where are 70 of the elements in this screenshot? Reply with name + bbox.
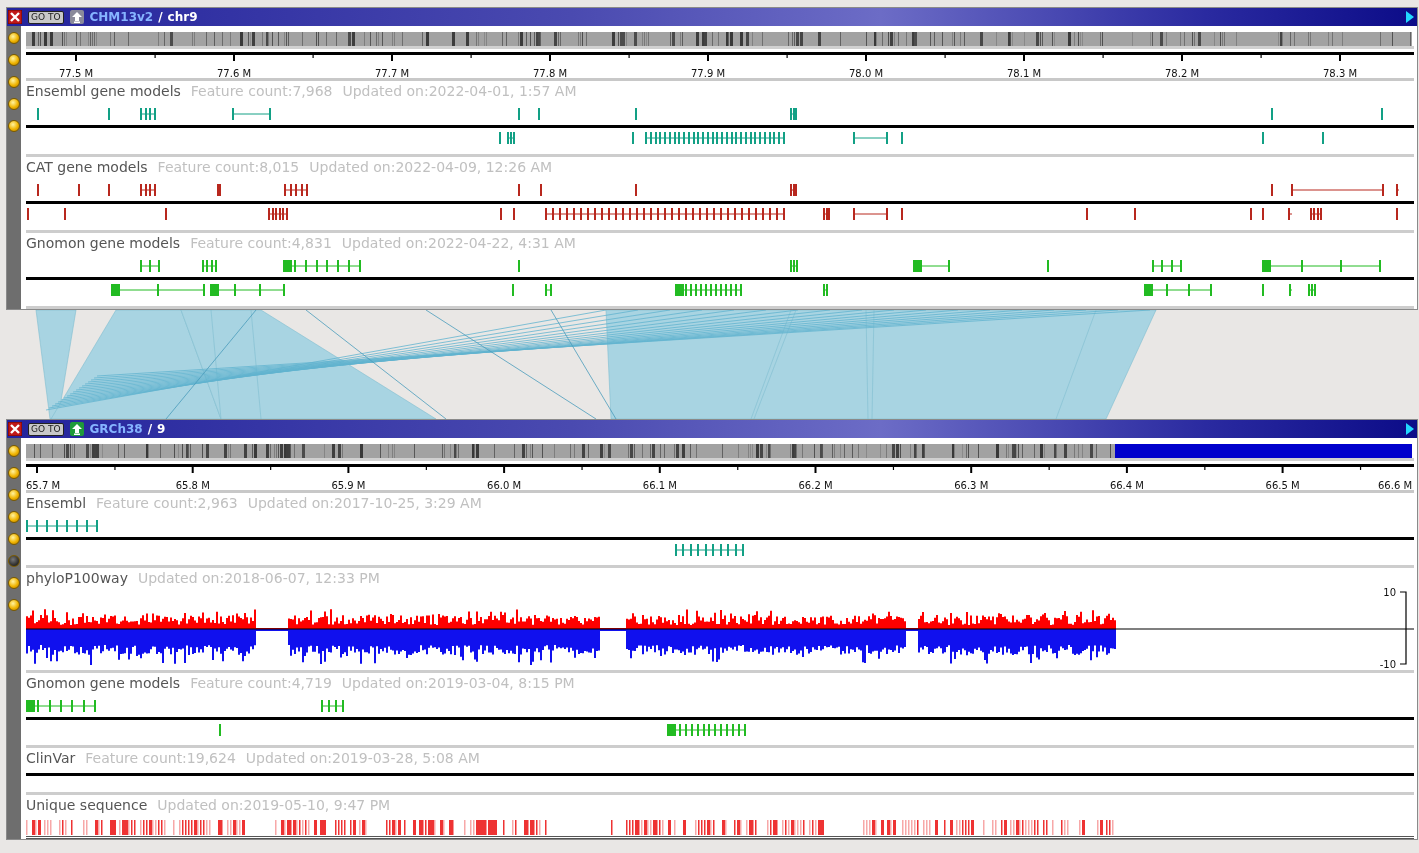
feature-count: Feature count:19,624	[85, 748, 236, 768]
track-toggle-button[interactable]	[8, 98, 20, 110]
updated-date: Updated on:2019-03-04, 8:15 PM	[341, 673, 575, 693]
go-to-button[interactable]: GO TO	[28, 422, 64, 436]
track-toggle-button[interactable]	[8, 76, 20, 88]
ruler-label: 65.8 M	[175, 479, 210, 493]
ruler-label: 66.4 M	[1109, 479, 1144, 493]
close-icon[interactable]	[8, 10, 22, 24]
track-toggle-button[interactable]	[8, 555, 20, 567]
upload-arrow-icon[interactable]	[69, 10, 84, 24]
assembly-name: CHM13v2	[89, 9, 154, 26]
ruler-label: 78.2 M	[1165, 67, 1200, 81]
ruler-label: 66.1 M	[642, 479, 677, 493]
ruler-label: 66.5 M	[1265, 479, 1300, 493]
track-name: phyloP100way	[26, 568, 128, 588]
ruler-label: 78.1 M	[1007, 67, 1042, 81]
track-name: Gnomon gene models	[26, 233, 181, 253]
track-name: ClinVar	[26, 748, 76, 768]
feature-count: Feature count:8,015	[157, 157, 300, 177]
track-toggle-button[interactable]	[8, 577, 20, 589]
updated-date: Updated on:2017-10-25, 3:29 AM	[247, 493, 482, 513]
ruler-label: 65.7 M	[26, 479, 61, 493]
updated-date: Updated on:2022-04-01, 1:57 AM	[342, 81, 577, 101]
axis-min-label: -10	[1379, 658, 1396, 672]
track-name: Unique sequence	[26, 795, 148, 815]
updated-date: Updated on:2022-04-09, 12:26 AM	[309, 157, 553, 177]
ruler-label: 66.2 M	[798, 479, 833, 493]
track-toggle-button[interactable]	[8, 511, 20, 523]
feature-count: Feature count:7,968	[190, 81, 333, 101]
ruler-label: 77.6 M	[217, 67, 252, 81]
feature-count: Feature count:4,719	[190, 673, 332, 693]
track-name: Ensembl	[26, 493, 87, 513]
ruler-label: 78.0 M	[849, 67, 884, 81]
track-toggle-button[interactable]	[8, 599, 20, 611]
updated-date: Updated on:2019-03-28, 5:08 AM	[245, 748, 480, 768]
updated-date: Updated on:2022-04-22, 4:31 AM	[341, 233, 576, 253]
track-toggle-button[interactable]	[8, 120, 20, 132]
ruler-label: 77.7 M	[375, 67, 410, 81]
axis-max-label: 10	[1383, 586, 1396, 600]
track-toggle-button[interactable]	[8, 54, 20, 66]
track-name: Gnomon gene models	[26, 673, 181, 693]
assembly-name: GRCh38	[89, 421, 143, 438]
scroll-right-icon[interactable]	[1406, 11, 1414, 23]
separator-text: /	[147, 421, 153, 438]
scroll-right-icon[interactable]	[1406, 423, 1414, 435]
track-name: Ensembl gene models	[26, 81, 181, 101]
ruler-label: 66.6 M	[1378, 479, 1413, 493]
track-toggle-button[interactable]	[8, 445, 20, 457]
ruler-label: 77.8 M	[533, 67, 568, 81]
ruler-label: 65.9 M	[331, 479, 366, 493]
upload-arrow-icon[interactable]	[69, 422, 84, 436]
close-icon[interactable]	[8, 422, 22, 436]
go-to-button[interactable]: GO TO	[28, 10, 64, 24]
separator-text: /	[158, 9, 163, 26]
chromosome-name: chr9	[167, 9, 198, 26]
feature-count: Feature count:2,963	[96, 493, 238, 513]
chromosome-name: 9	[157, 421, 166, 438]
track-toggle-button[interactable]	[8, 533, 20, 545]
track-name: CAT gene models	[26, 157, 148, 177]
track-toggle-button[interactable]	[8, 489, 20, 501]
feature-count: Feature count:4,831	[190, 233, 332, 253]
ruler-label: 78.3 M	[1323, 67, 1358, 81]
ruler-label: 77.5 M	[59, 67, 94, 81]
ruler-label: 77.9 M	[691, 67, 726, 81]
updated-date: Updated on:2018-06-07, 12:33 PM	[138, 568, 380, 588]
ruler-label: 66.3 M	[954, 479, 989, 493]
track-toggle-button[interactable]	[8, 32, 20, 44]
updated-date: Updated on:2019-05-10, 9:47 PM	[157, 795, 391, 815]
track-toggle-button[interactable]	[8, 467, 20, 479]
ruler-label: 66.0 M	[487, 479, 522, 493]
